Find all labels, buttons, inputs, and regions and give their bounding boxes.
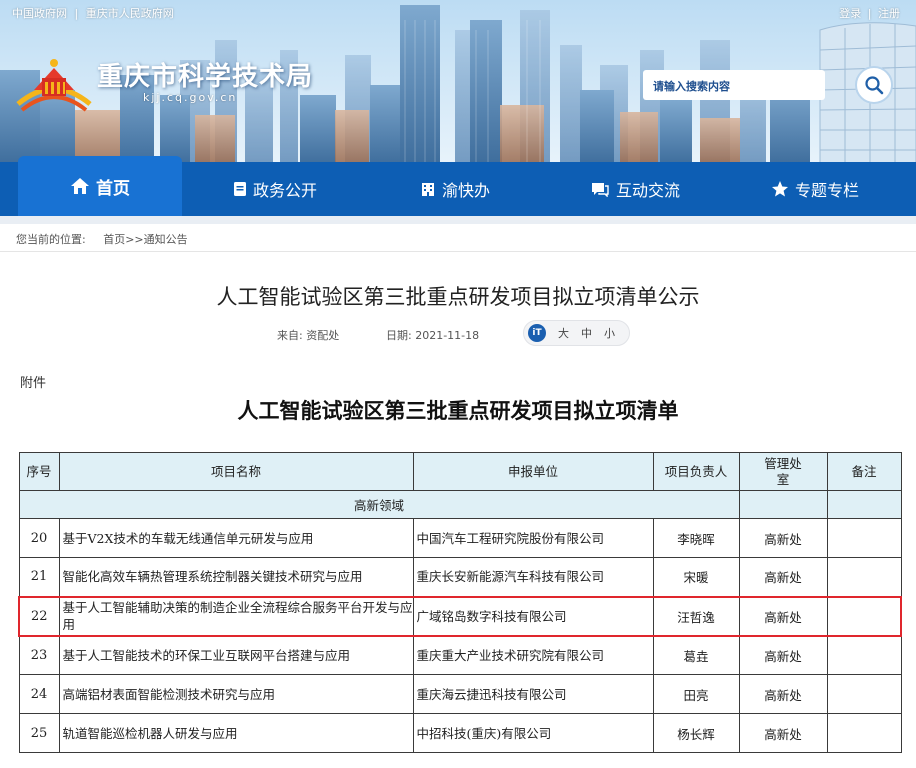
nav-interaction[interactable]: 互动交流 bbox=[560, 162, 710, 216]
row-serial: 22 bbox=[18, 595, 60, 637]
section-row: 高新领域 bbox=[18, 490, 902, 519]
font-small-button[interactable]: 小 bbox=[604, 325, 615, 341]
nav-interaction-label: 互动交流 bbox=[615, 181, 680, 200]
breadcrumb-path[interactable]: 首页>>通知公告 bbox=[103, 233, 187, 246]
header-managing-dept: 管理处室 bbox=[738, 452, 828, 491]
star-icon bbox=[771, 180, 789, 198]
link-divider: | bbox=[74, 7, 79, 20]
header-applicant-unit: 申报单位 bbox=[412, 452, 654, 491]
link-divider: | bbox=[867, 7, 872, 20]
section-empty-cell bbox=[826, 490, 902, 519]
nav-government-affairs-label: 政务公开 bbox=[252, 181, 317, 200]
row-applicant-unit: 重庆重大产业技术研究院有限公司 bbox=[412, 635, 654, 675]
row-project-lead: 葛垚 bbox=[652, 635, 740, 675]
nav-government-affairs[interactable]: 政务公开 bbox=[200, 162, 350, 216]
nav-special-topics-label: 专题专栏 bbox=[794, 181, 859, 200]
row-note bbox=[826, 518, 902, 558]
nav-yukuaiban-label: 渝快办 bbox=[441, 181, 490, 200]
breadcrumb-divider bbox=[0, 251, 916, 252]
table-row: 23 基于人工智能技术的环保工业互联网平台搭建与应用 重庆重大产业技术研究院有限… bbox=[18, 635, 902, 675]
main-navigation: 首页 政务公开 渝快办 互动交流 专题专栏 bbox=[0, 156, 916, 216]
section-label: 高新领域 bbox=[18, 490, 740, 519]
article-title: 人工智能试验区第三批重点研发项目拟立项清单公示 bbox=[216, 285, 700, 309]
row-applicant-unit: 中招科技(重庆)有限公司 bbox=[412, 713, 654, 753]
font-size-icon: iT bbox=[528, 324, 546, 342]
nav-divider bbox=[0, 216, 916, 224]
row-project-name: 基于V2X技术的车载无线通信单元研发与应用 bbox=[58, 518, 414, 558]
row-project-name: 高端铝材表面智能检测技术研究与应用 bbox=[58, 674, 414, 714]
site-url: kjj.cq.gov.cn bbox=[143, 91, 238, 104]
header-note: 备注 bbox=[826, 452, 902, 491]
document-title: 人工智能试验区第三批重点研发项目拟立项清单 bbox=[237, 398, 679, 423]
header-serial: 序号 bbox=[18, 452, 60, 491]
row-managing-dept: 高新处 bbox=[738, 557, 828, 597]
row-managing-dept: 高新处 bbox=[738, 674, 828, 714]
table-row: 20 基于V2X技术的车载无线通信单元研发与应用 中国汽车工程研究院股份有限公司… bbox=[18, 518, 902, 558]
municipal-portal-link[interactable]: 重庆市人民政府网 bbox=[86, 7, 174, 20]
government-emblem-logo[interactable] bbox=[14, 54, 94, 112]
site-title[interactable]: 重庆市科学技术局 bbox=[97, 56, 313, 93]
row-managing-dept: 高新处 bbox=[738, 518, 828, 558]
search-button[interactable] bbox=[855, 66, 893, 104]
article-source: 来自: 资配处 bbox=[277, 329, 340, 342]
document-icon bbox=[233, 181, 247, 197]
section-empty-cell bbox=[738, 490, 828, 519]
annex-label: 附件 bbox=[20, 376, 47, 391]
row-project-name: 轨道智能巡检机器人研发与应用 bbox=[58, 713, 414, 753]
font-medium-button[interactable]: 中 bbox=[581, 325, 592, 341]
project-list-table: 序号 项目名称 申报单位 项目负责人 管理处室 备注 高新领域 20 基于V2X… bbox=[18, 452, 902, 753]
user-links: 登录 | 注册 bbox=[836, 5, 900, 21]
row-project-name: 基于人工智能辅助决策的制造企业全流程综合服务平台开发与应用 bbox=[58, 595, 414, 637]
row-serial: 24 bbox=[18, 674, 60, 714]
home-icon bbox=[70, 177, 90, 195]
nav-home[interactable]: 首页 bbox=[18, 156, 182, 216]
row-note bbox=[826, 595, 902, 637]
row-project-lead: 李晓晖 bbox=[652, 518, 740, 558]
chat-icon bbox=[590, 181, 610, 197]
building-icon bbox=[420, 181, 436, 197]
table-row: 25 轨道智能巡检机器人研发与应用 中招科技(重庆)有限公司 杨长辉 高新处 bbox=[18, 713, 902, 753]
header-project-name: 项目名称 bbox=[58, 452, 414, 491]
nav-yukuaiban[interactable]: 渝快办 bbox=[385, 162, 525, 216]
row-applicant-unit: 重庆海云捷迅科技有限公司 bbox=[412, 674, 654, 714]
nav-home-label: 首页 bbox=[96, 178, 130, 199]
row-project-lead: 杨长辉 bbox=[652, 713, 740, 753]
row-applicant-unit: 重庆长安新能源汽车科技有限公司 bbox=[412, 557, 654, 597]
row-project-lead: 宋暖 bbox=[652, 557, 740, 597]
breadcrumb: 您当前的位置: 首页>>通知公告 bbox=[16, 231, 188, 247]
row-serial: 23 bbox=[18, 635, 60, 675]
row-note bbox=[826, 557, 902, 597]
row-note bbox=[826, 674, 902, 714]
table-row: 24 高端铝材表面智能检测技术研究与应用 重庆海云捷迅科技有限公司 田亮 高新处 bbox=[18, 674, 902, 714]
row-serial: 25 bbox=[18, 713, 60, 753]
table-row: 21 智能化高效车辆热管理系统控制器关键技术研究与应用 重庆长安新能源汽车科技有… bbox=[18, 557, 902, 597]
font-large-button[interactable]: 大 bbox=[558, 325, 569, 341]
row-applicant-unit: 广域铭岛数字科技有限公司 bbox=[412, 595, 654, 637]
row-applicant-unit: 中国汽车工程研究院股份有限公司 bbox=[412, 518, 654, 558]
row-note bbox=[826, 635, 902, 675]
breadcrumb-prefix: 您当前的位置: bbox=[16, 233, 86, 246]
article-date: 日期: 2021-11-18 bbox=[386, 329, 480, 342]
login-link[interactable]: 登录 bbox=[839, 7, 861, 20]
nav-special-topics[interactable]: 专题专栏 bbox=[740, 162, 890, 216]
register-link[interactable]: 注册 bbox=[878, 7, 900, 20]
table-header-row: 序号 项目名称 申报单位 项目负责人 管理处室 备注 bbox=[18, 452, 902, 491]
font-size-control: iT 大 中 小 bbox=[523, 320, 630, 346]
gov-portal-link[interactable]: 中国政府网 bbox=[12, 7, 67, 20]
row-managing-dept: 高新处 bbox=[738, 635, 828, 675]
row-managing-dept: 高新处 bbox=[738, 713, 828, 753]
row-serial: 21 bbox=[18, 557, 60, 597]
row-project-name: 智能化高效车辆热管理系统控制器关键技术研究与应用 bbox=[58, 557, 414, 597]
table-row-highlighted: 22 基于人工智能辅助决策的制造企业全流程综合服务平台开发与应用 广域铭岛数字科… bbox=[18, 595, 902, 637]
row-note bbox=[826, 713, 902, 753]
row-project-lead: 田亮 bbox=[652, 674, 740, 714]
header-project-lead: 项目负责人 bbox=[652, 452, 740, 491]
government-links: 中国政府网 | 重庆市人民政府网 bbox=[12, 5, 178, 21]
row-project-name: 基于人工智能技术的环保工业互联网平台搭建与应用 bbox=[58, 635, 414, 675]
search-icon bbox=[865, 76, 884, 95]
search-input[interactable]: 请输入搜索内容 bbox=[643, 70, 825, 100]
row-project-lead: 汪哲逸 bbox=[652, 595, 740, 637]
row-serial: 20 bbox=[18, 518, 60, 558]
row-managing-dept: 高新处 bbox=[738, 595, 828, 637]
